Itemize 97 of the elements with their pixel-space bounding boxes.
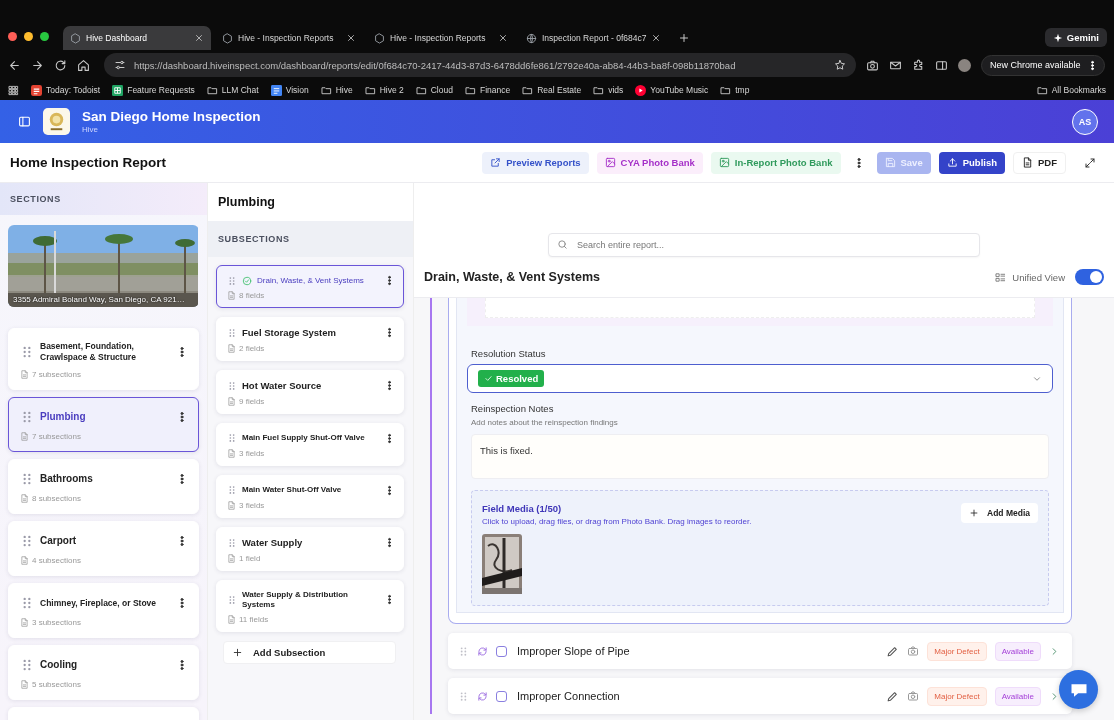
bookmark[interactable]: tmp: [720, 84, 750, 96]
section-title: Cooling: [40, 659, 79, 672]
subsection-card[interactable]: Water Supply 1 field: [216, 526, 404, 571]
bookmark[interactable]: vids: [593, 84, 624, 96]
bookmark[interactable]: Real Estate: [522, 84, 582, 96]
subsection-heading: Drain, Waste, & Vent Systems: [424, 270, 600, 284]
count-text: 11 fields: [239, 614, 269, 624]
section-card[interactable]: Basement, Foundation, Crawlspace & Structure 7 subsections: [8, 328, 199, 391]
subsection-card[interactable]: Drain, Waste, & Vent Systems 8 fields: [216, 265, 404, 308]
browser-tab[interactable]: Hive - Inspection Reports: [367, 26, 515, 50]
add-media-button[interactable]: Add Media: [961, 503, 1038, 523]
address-text: 3355 Admiral Boland Way, San Diego, CA 921…: [13, 295, 185, 304]
count-text: 4 subsections: [32, 556, 81, 566]
address-field[interactable]: https://dashboard.hiveinspect.com/dashboard/reports/edit/0f684c70-2417-44d3-87d3-6478dd6fe861/2792e40a-ab84-44b3-ba8f-098b11870bad: [104, 53, 856, 77]
count-text: 7 subsections: [32, 432, 81, 442]
section-title: Bathrooms: [40, 473, 94, 486]
tab-title: Hive - Inspection Reports: [390, 33, 487, 43]
report-title: Home Inspection Report: [10, 155, 166, 170]
update-button[interactable]: New Chrome available: [981, 54, 1105, 76]
count-text: 3 fields: [239, 500, 265, 510]
media-dropzone[interactable]: Field Media (1/50) Click to upload, drag files, or drag from Photo Bank. Drag images to reorder. Add Media: [471, 490, 1049, 606]
publish-button[interactable]: Publish: [938, 151, 1005, 174]
user-avatar[interactable]: AS: [1072, 108, 1098, 135]
item-title: Improper Slope of Pipe: [517, 645, 630, 657]
browser-tab[interactable]: Inspection Report - 0f684c7: [519, 26, 669, 50]
photo-bank-button[interactable]: CYA Photo Bank: [596, 151, 703, 174]
count-text: 3 fields: [239, 448, 265, 458]
count-text: 2 fields: [239, 343, 265, 353]
bookmark[interactable]: Hive: [320, 84, 353, 96]
count-text: 8 fields: [239, 291, 265, 300]
subsection-title: Fuel Storage System: [242, 327, 337, 339]
section-title: Plumbing: [40, 411, 87, 424]
subsection-title: Drain, Waste, & Vent Systems: [257, 275, 365, 286]
notes-field[interactable]: This is fixed.: [471, 434, 1049, 479]
section-card[interactable]: Chimney, Fireplace, or Stove 3 subsections: [8, 583, 199, 639]
toggle-label: Unified View: [1012, 271, 1065, 283]
severity-badge: Major Defect: [927, 641, 987, 661]
count-text: 5 subsections: [32, 680, 81, 690]
search-field[interactable]: Search entire report...: [548, 233, 980, 257]
bookmark[interactable]: All Bookmarks: [1036, 84, 1106, 96]
defect-row[interactable]: Improper Connection Major Defect Available: [448, 678, 1072, 714]
status-badge: Available: [994, 641, 1041, 661]
subsection-card[interactable]: Fuel Storage System 2 fields: [216, 317, 404, 361]
section-card[interactable]: Carport 4 subsections: [8, 521, 199, 577]
media-title: Field Media (1/50): [482, 503, 563, 514]
field-label: Resolution Status: [471, 348, 547, 359]
section-card[interactable]: Plumbing 7 subsections: [8, 397, 199, 453]
add-subsection-button[interactable]: Add Subsection: [223, 640, 396, 664]
subsection-card[interactable]: Main Fuel Supply Shut-Off Valve 3 fields: [216, 422, 404, 466]
gemini-button[interactable]: Gemini: [1044, 28, 1107, 47]
subsection-title: Water Supply & Distribution Systems: [242, 589, 349, 610]
subsection-title: Hot Water Source: [242, 379, 323, 392]
count-text: 8 subsections: [32, 494, 81, 504]
section-card[interactable]: Cooling 5 subsections: [8, 645, 199, 701]
company-name: San Diego Home Inspection: [82, 109, 261, 124]
bookmark[interactable]: Feature Requests: [112, 84, 195, 96]
url-text: https://dashboard.hiveinspect.com/dashboard/reports/edit/0f684c70-2417-44d3-87d3-6478dd6fe861/2792e40a-ab84-44b3-ba8f-098b11870bad: [134, 59, 736, 71]
field-hint: Add notes about the reinspection findings: [471, 418, 619, 427]
status-badge: Available: [994, 686, 1041, 706]
bookmark[interactable]: Finance: [464, 84, 511, 96]
subsection-title: Main Fuel Supply Shut-Off Valve: [242, 433, 366, 444]
bookmark[interactable]: LLM Chat: [206, 84, 259, 96]
subsection-card[interactable]: Main Water Shut-Off Valve 3 fields: [216, 474, 404, 518]
bookmark[interactable]: YouTube Music: [635, 84, 709, 96]
tab-title: Hive Dashboard: [86, 33, 148, 43]
subsection-title: Main Water Shut-Off Valve: [242, 485, 343, 496]
browser-tab[interactable]: Hive - Inspection Reports: [215, 26, 363, 50]
company-subtitle: Hive: [82, 125, 99, 134]
count-text: 9 fields: [239, 396, 265, 406]
browser-tab[interactable]: Hive Dashboard: [63, 26, 211, 50]
bookmark[interactable]: Today: Todoist: [31, 84, 101, 96]
subsection-card[interactable]: Hot Water Source 9 fields: [216, 369, 404, 414]
defect-row[interactable]: Improper Slope of Pipe Major Defect Available: [448, 633, 1072, 669]
subsection-title: Water Supply: [242, 536, 304, 549]
item-title: Improper Connection: [517, 690, 620, 702]
count-text: 3 subsections: [32, 618, 81, 628]
section-title: Basement, Foundation, Crawlspace & Structure: [40, 341, 137, 363]
pdf-button[interactable]: PDF: [1013, 151, 1066, 174]
bookmark[interactable]: Cloud: [415, 84, 453, 96]
section-title: Carport: [40, 535, 78, 548]
section-title: Chimney, Fireplace, or Stove: [40, 597, 158, 609]
status-badge: Resolved: [478, 370, 545, 387]
tab-title: Inspection Report - 0f684c7: [542, 33, 647, 43]
subsection-card[interactable]: Water Supply & Distribution Systems 11 fields: [216, 579, 404, 632]
severity-badge: Major Defect: [927, 686, 987, 706]
column-heading: SECTIONS: [10, 194, 61, 204]
preview-reports-button[interactable]: Preview Reports: [482, 151, 589, 174]
media-hint: Click to upload, drag files, or drag from Photo Bank. Drag images to reorder.: [482, 517, 752, 526]
column-heading: SUBSECTIONS: [218, 234, 290, 244]
section-card[interactable]: Bathrooms 8 subsections: [8, 459, 199, 515]
field-label: Reinspection Notes: [471, 403, 555, 414]
count-text: 1 field: [239, 553, 261, 563]
bookmark[interactable]: Vision: [270, 84, 309, 96]
section-heading: Plumbing: [218, 195, 275, 209]
count-text: 7 subsections: [32, 370, 81, 380]
bookmark[interactable]: Hive 2: [364, 84, 404, 96]
tab-title: Hive - Inspection Reports: [238, 33, 335, 43]
